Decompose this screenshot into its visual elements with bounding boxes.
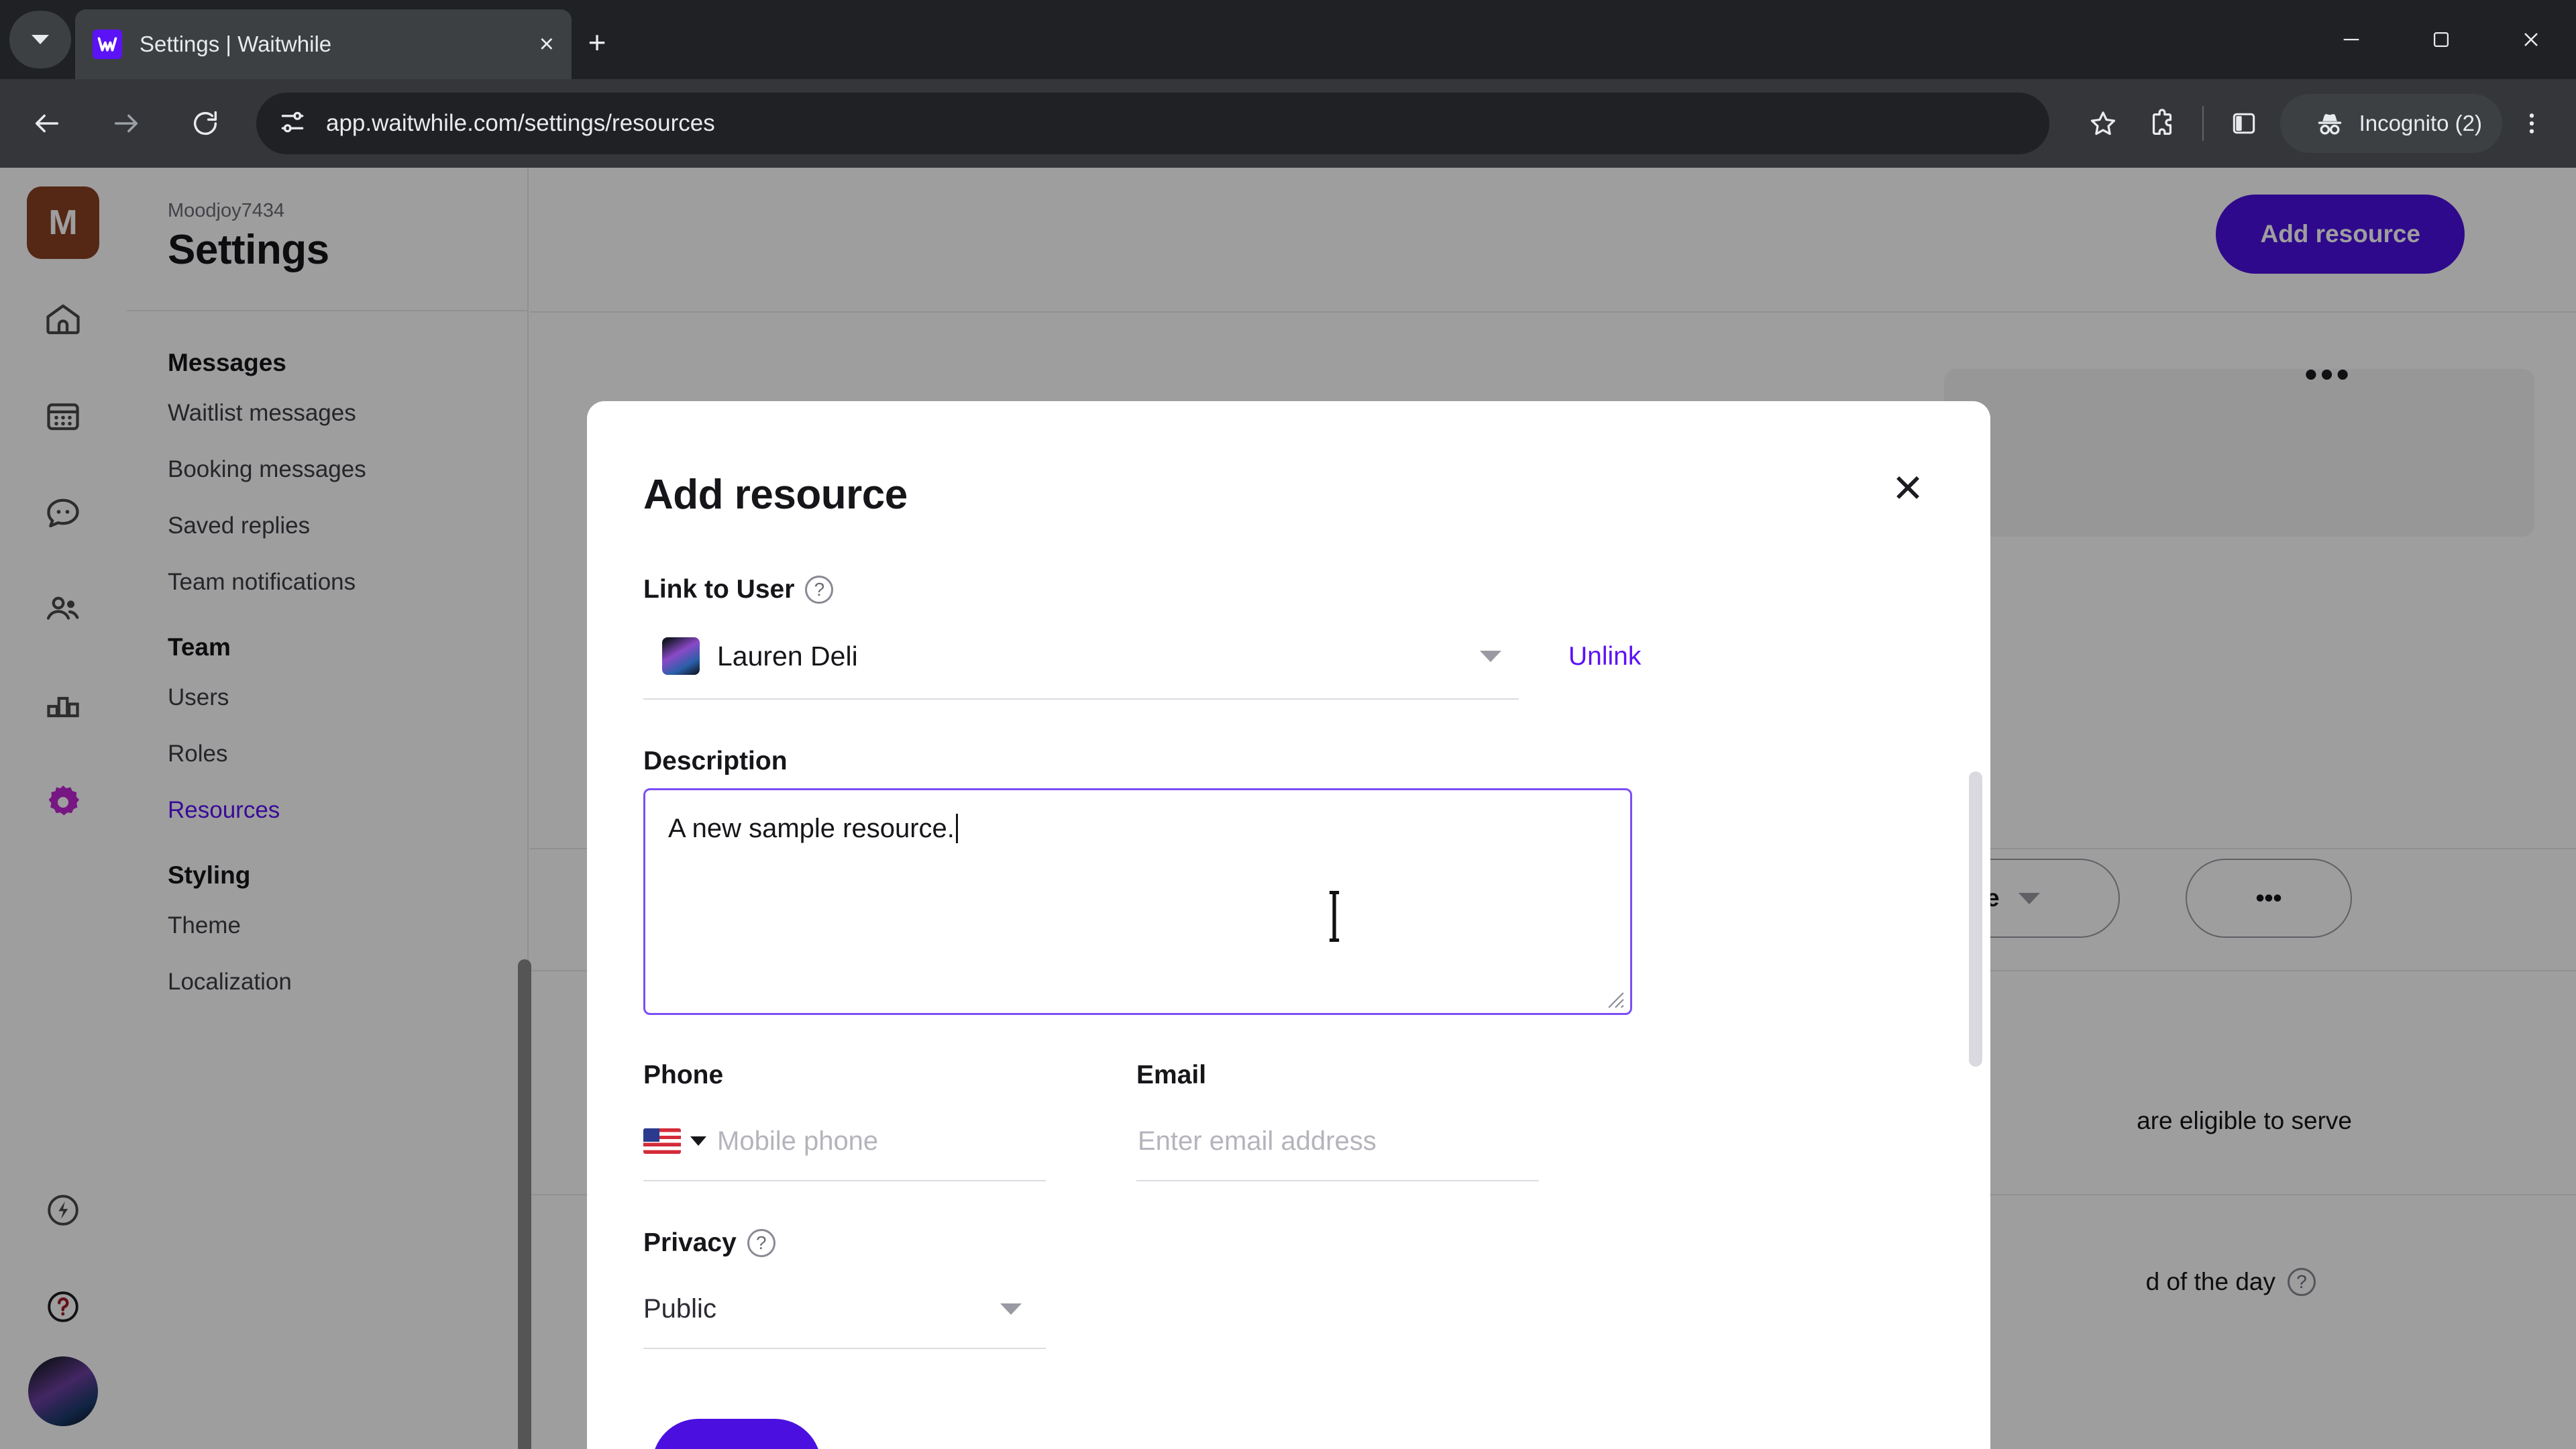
- unlink-button[interactable]: Unlink: [1568, 642, 1641, 672]
- forward-icon[interactable]: [94, 91, 158, 156]
- help-icon[interactable]: ?: [805, 576, 834, 604]
- address-bar[interactable]: app.waitwhile.com/settings/resources: [256, 93, 2049, 154]
- phone-input[interactable]: Mobile phone: [643, 1102, 1046, 1181]
- window-controls: [2306, 0, 2576, 79]
- avatar: [662, 637, 700, 675]
- toolbar-actions: Incognito (2): [2074, 94, 2576, 153]
- reload-icon[interactable]: [173, 91, 237, 156]
- flag-canton: [643, 1128, 659, 1142]
- mouse-cursor-ibeam: [1329, 891, 1340, 942]
- save-button[interactable]: Save: [652, 1419, 821, 1449]
- chevron-down-icon: [1000, 1303, 1022, 1315]
- link-to-user-label-row: Link to User ?: [643, 575, 1934, 604]
- email-label: Email: [1136, 1061, 1207, 1089]
- phone-label: Phone: [643, 1061, 724, 1089]
- toolbar-divider: [2202, 106, 2204, 141]
- description-textarea[interactable]: A new sample resource.: [643, 788, 1632, 1015]
- tab-title: Settings | Waitwhile: [140, 32, 332, 56]
- incognito-label: Incognito (2): [2359, 111, 2482, 136]
- text-caret: [955, 814, 958, 843]
- site-settings-icon[interactable]: [278, 107, 307, 140]
- privacy-label-row: Privacy ?: [643, 1228, 1934, 1258]
- url-text: app.waitwhile.com/settings/resources: [326, 110, 715, 136]
- phone-field-group: Phone Mobile phone: [643, 1061, 1046, 1181]
- help-icon[interactable]: ?: [747, 1229, 775, 1257]
- incognito-indicator[interactable]: Incognito (2): [2279, 94, 2502, 153]
- dialog-body: Add resource Link to User ? Lauren Deli …: [587, 401, 1990, 1449]
- minimize-button[interactable]: [2306, 0, 2396, 79]
- chevron-down-icon[interactable]: [690, 1136, 706, 1146]
- new-tab-button[interactable]: +: [578, 25, 616, 63]
- email-field-group: Email Enter email address: [1136, 1061, 1539, 1181]
- incognito-hat-icon: [2314, 107, 2346, 140]
- maximize-button[interactable]: [2396, 0, 2486, 79]
- link-to-user-label: Link to User: [643, 575, 795, 604]
- email-input[interactable]: Enter email address: [1136, 1102, 1539, 1181]
- extensions-puzzle-icon[interactable]: [2133, 94, 2192, 153]
- close-window-button[interactable]: [2486, 0, 2576, 79]
- email-placeholder: Enter email address: [1138, 1126, 1377, 1156]
- selected-user-name: Lauren Deli: [717, 640, 858, 672]
- bookmark-star-icon[interactable]: [2074, 94, 2133, 153]
- description-label: Description: [643, 747, 788, 775]
- link-to-user-row: Lauren Deli Unlink: [643, 614, 1934, 700]
- close-icon[interactable]: ×: [539, 32, 554, 57]
- contact-section: Phone Mobile phone Email Enter email add…: [643, 1061, 1934, 1181]
- privacy-select-dropdown[interactable]: Public: [643, 1270, 1046, 1349]
- chevron-down-icon: [32, 35, 49, 44]
- browser-toolbar: app.waitwhile.com/settings/resources Inc…: [0, 79, 2576, 168]
- resize-handle-icon[interactable]: [1607, 991, 1625, 1009]
- side-panel-icon[interactable]: [2214, 94, 2273, 153]
- phone-placeholder: Mobile phone: [717, 1126, 879, 1156]
- link-to-user-section: Link to User ? Lauren Deli Unlink: [643, 575, 1934, 700]
- browser-tab-strip: Settings | Waitwhile × +: [0, 0, 2576, 79]
- waitwhile-favicon-icon: [93, 30, 122, 59]
- privacy-value: Public: [643, 1293, 716, 1324]
- browser-tab[interactable]: Settings | Waitwhile ×: [75, 9, 572, 79]
- description-section: Description A new sample resource.: [643, 747, 1934, 1015]
- privacy-section: Privacy ? Public: [643, 1228, 1934, 1349]
- us-flag-icon[interactable]: [643, 1128, 681, 1154]
- back-icon[interactable]: [15, 91, 79, 156]
- screenshot-root: Settings | Waitwhile × + app.waitwhile.c…: [0, 0, 2576, 1449]
- add-resource-dialog: ✕ Add resource Link to User ? Lauren Del…: [587, 401, 1990, 1449]
- page-viewport: M Moodjoy7434 Settings Messages Waitlist…: [0, 168, 2576, 1449]
- dialog-title: Add resource: [643, 472, 908, 518]
- privacy-label: Privacy: [643, 1228, 737, 1257]
- browser-menu-kebab-icon[interactable]: [2502, 94, 2561, 153]
- user-select-dropdown[interactable]: Lauren Deli: [643, 614, 1519, 700]
- tab-search-button[interactable]: [9, 11, 71, 68]
- dialog-scrollbar[interactable]: [1969, 771, 1982, 1067]
- chevron-down-icon: [1480, 650, 1501, 662]
- description-value: A new sample resource.: [668, 814, 955, 843]
